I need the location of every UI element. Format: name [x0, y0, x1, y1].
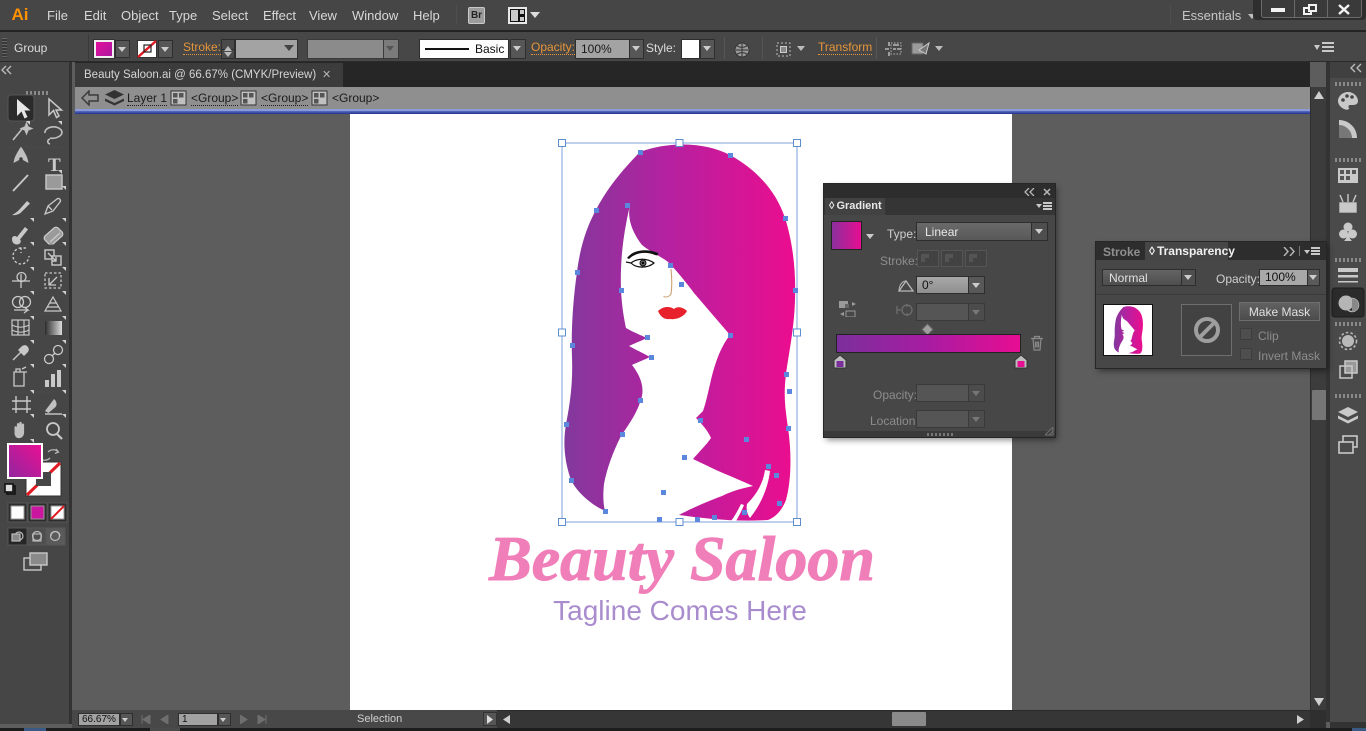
svg-text:T: T [48, 155, 61, 176]
